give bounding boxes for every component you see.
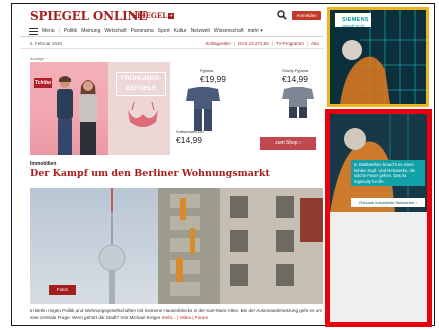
spiegel-plus-label: SPIEGEL (132, 11, 168, 20)
article-more-links[interactable]: mehr... | Video | Forum (162, 315, 208, 320)
ad-label: Anzeige (30, 56, 45, 61)
current-date: 5. Februar 2020 (30, 41, 63, 46)
main-nav: Menü | Politik Meinung Wirtschaft Panora… (20, 25, 323, 37)
nav-item-wissenschaft[interactable]: Wissenschaft (214, 27, 244, 35)
nav-item-kultur[interactable]: Kultur (174, 27, 187, 35)
product2-price: €14,99 (282, 74, 308, 84)
nav-item-more[interactable]: mehr ▾ (248, 27, 263, 35)
bra-product-image (128, 102, 158, 127)
service-divider: | (271, 41, 273, 46)
product1-label: Pyjama (200, 68, 214, 73)
product2-label: Shorty-Pyjama (282, 68, 309, 73)
menu-icon[interactable] (29, 28, 38, 35)
link-tv-programm[interactable]: TV-Programm (276, 41, 304, 46)
model-man-image (57, 76, 73, 155)
article-kicker[interactable]: Immobilien (30, 161, 56, 167)
article-teaser: In Berlin ringen Politik und Wohnungsges… (30, 308, 323, 321)
ad-headline-line1: FRÜHLINGS- (120, 75, 162, 82)
product3-label: Softschalen-BH (176, 129, 204, 134)
link-abo[interactable]: Abo (311, 41, 319, 46)
service-divider: | (233, 41, 236, 46)
ad-cta-button[interactable]: Robuste industrielle Netzwerke › (351, 198, 425, 207)
main-content: SPIEGEL ONLINE SPIEGEL + Anmelden Menü | … (20, 6, 323, 324)
product1-price: €19,99 (200, 74, 226, 84)
service-links: Schlagzeilen | DAX 13.271,63 | TV-Progra… (205, 41, 319, 46)
nav-item-meinung[interactable]: Meinung (81, 27, 100, 35)
pajama-product-image (186, 87, 220, 131)
plus-badge: + (168, 13, 175, 19)
nav-item-netzwelt[interactable]: Netzwelt (191, 27, 210, 35)
nav-items: Menü | Politik Meinung Wirtschaft Panora… (42, 27, 263, 35)
model-woman-image (79, 80, 97, 155)
nav-item-wirtschaft[interactable]: Wirtschaft (104, 27, 126, 35)
siemens-tagline: Ingenuity for life (342, 24, 365, 28)
spiegel-plus-logo[interactable]: SPIEGEL + (132, 11, 175, 20)
link-schlagzeilen[interactable]: Schlagzeilen (205, 41, 231, 46)
shorty-pajama-product-image (282, 87, 314, 118)
siemens-ad-bottom[interactable]: In Stahlwerken braucht es einen kühlen K… (330, 114, 427, 212)
nav-item-politik[interactable]: Politik (64, 27, 77, 35)
highlighted-ad-slot[interactable]: In Stahlwerken braucht es einen kühlen K… (325, 109, 432, 327)
siemens-brand: SIEMENS (342, 17, 369, 23)
nav-item-panorama[interactable]: Panorama (131, 27, 154, 35)
tchibo-logo: Tchibo (34, 78, 52, 88)
ad-model-photo: Tchibo (30, 62, 108, 155)
nav-item-sport[interactable]: Sport (158, 27, 170, 35)
photos-button[interactable]: Fotos (49, 285, 76, 295)
tchibo-ad-banner[interactable]: Tchibo FRÜHLINGS- GEFÜHLE Pyjama €19,99 … (30, 62, 320, 155)
ad-message: In Stahlwerken braucht es einen kühlen K… (351, 160, 425, 186)
site-logo[interactable]: SPIEGEL ONLINE (30, 9, 147, 23)
link-dax[interactable]: DAX 13.271,63 (238, 41, 269, 46)
nav-item-menu[interactable]: Menü (42, 27, 55, 35)
siemens-logo: SIEMENS Ingenuity for life (335, 13, 371, 28)
shop-button[interactable]: zum Shop › (260, 137, 316, 150)
article-headline[interactable]: Der Kampf um den Berliner Wohnungsmarkt (30, 168, 320, 180)
nav-divider: | (58, 28, 60, 34)
ad-campaign-headline: FRÜHLINGS- GEFÜHLE (116, 72, 166, 96)
sub-bar: 5. Februar 2020 Schlagzeilen | DAX 13.27… (20, 39, 323, 49)
site-header: SPIEGEL ONLINE SPIEGEL + Anmelden (20, 6, 323, 24)
service-divider: | (306, 41, 308, 46)
search-icon[interactable] (277, 10, 287, 20)
siemens-ad-top[interactable]: SIEMENS Ingenuity for life (327, 7, 429, 107)
product3-price: €14,99 (176, 135, 202, 145)
ad-headline-line2: GEFÜHLE (125, 85, 157, 92)
login-button[interactable]: Anmelden (292, 11, 321, 20)
